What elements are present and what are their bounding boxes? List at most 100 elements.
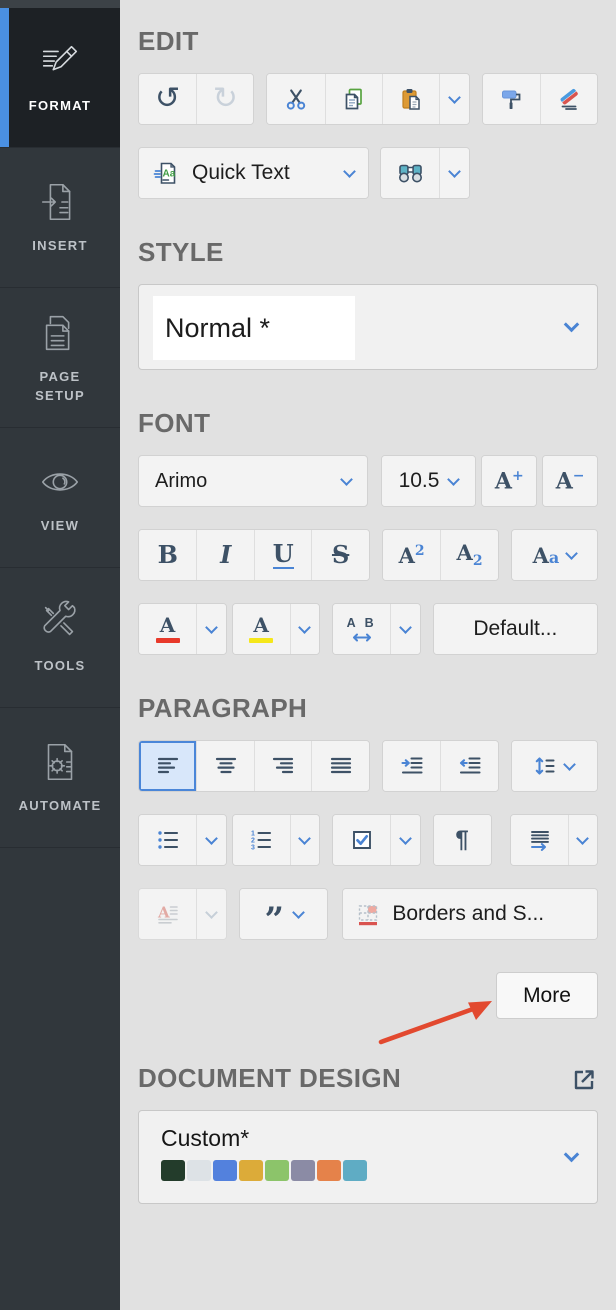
drop-cap-button[interactable]: A [139, 889, 197, 939]
quick-text-button[interactable]: Aa Quick Text [139, 148, 368, 198]
line-spacing-icon [534, 755, 556, 777]
external-link-icon [570, 1066, 598, 1094]
theme-color-swatch [291, 1160, 315, 1181]
justify-icon [329, 754, 353, 778]
scissors-icon [284, 87, 308, 111]
chevron-down-icon [204, 831, 218, 845]
paragraph-row-2: 1 2 3 ¶ [138, 814, 599, 866]
drop-cap-dropdown[interactable] [196, 889, 227, 939]
bullet-list-button[interactable] [139, 815, 196, 865]
sidebar-item-tools[interactable]: TOOLS [0, 568, 120, 708]
chevron-down-icon [563, 757, 577, 771]
chevron-down-icon [447, 472, 461, 486]
font-size-select[interactable]: 10.5 [381, 456, 476, 506]
underline-button[interactable]: U [253, 530, 312, 580]
align-right-button[interactable] [253, 741, 312, 791]
increase-indent-icon [400, 754, 424, 778]
sidebar-item-page-setup[interactable]: PAGE SETUP [0, 288, 120, 428]
highlight-color-dropdown[interactable] [289, 604, 320, 654]
sidebar-item-label: FORMAT [28, 98, 92, 114]
italic-button[interactable]: I [196, 530, 254, 580]
borders-and-shading-button[interactable]: Borders and S... [343, 889, 597, 939]
align-center-button[interactable] [196, 741, 254, 791]
more-button[interactable]: More [496, 972, 598, 1019]
default-font-button[interactable]: Default... [433, 604, 597, 654]
format-panel-app: FORMAT INSERT PAGE SETUP VIEW TOOLS AUTO… [0, 0, 616, 1310]
numbered-list-button[interactable]: 1 2 3 [232, 815, 290, 865]
bullet-list-dropdown[interactable] [196, 815, 226, 865]
font-color-bar [155, 638, 180, 643]
svg-text:3: 3 [251, 845, 255, 852]
font-color-button[interactable]: A [139, 604, 197, 654]
bold-button[interactable]: B [139, 530, 197, 580]
text-direction-button[interactable] [510, 815, 568, 865]
sidebar-item-format[interactable]: FORMAT [0, 8, 120, 148]
decrease-indent-button[interactable] [440, 741, 498, 791]
highlight-color-button[interactable]: A [232, 604, 290, 654]
paste-options-dropdown[interactable] [439, 74, 469, 124]
find-replace-button[interactable] [381, 148, 439, 198]
block-quote-button[interactable]: ” [240, 889, 328, 939]
font-row-3: A A A B Default... [138, 603, 598, 655]
document-design-select[interactable]: Custom* [138, 1110, 598, 1204]
sidebar-item-insert[interactable]: INSERT [0, 148, 120, 288]
checkbox-icon [350, 828, 374, 852]
edit-section-title: EDIT [138, 26, 199, 56]
checklist-button[interactable] [333, 815, 390, 865]
chevron-down-icon [204, 620, 218, 634]
text-direction-icon [527, 828, 551, 852]
paint-roller-icon [499, 87, 523, 109]
change-case-button[interactable]: Aa [511, 530, 597, 580]
increase-font-size-button[interactable]: A+ [482, 456, 537, 506]
theme-color-swatch [187, 1160, 211, 1181]
superscript-button[interactable]: A2 [382, 530, 441, 580]
sidebar-item-automate[interactable]: AUTOMATE [0, 708, 120, 848]
paragraph-row-1 [138, 740, 598, 792]
font-color-dropdown[interactable] [196, 604, 226, 654]
sidebar-item-view[interactable]: VIEW [0, 428, 120, 568]
style-section-title: STYLE [138, 237, 224, 267]
chevron-down-icon [343, 164, 356, 178]
subscript-button[interactable]: A2 [440, 530, 498, 580]
copy-button[interactable] [324, 74, 382, 124]
redo-button[interactable]: ↻ [196, 74, 254, 124]
sidebar-item-label: AUTOMATE [18, 798, 102, 814]
eraser-icon [560, 89, 578, 111]
pilcrow-icon: ¶ [455, 826, 469, 853]
paste-button[interactable] [381, 74, 439, 124]
svg-text:2: 2 [251, 838, 255, 845]
font-row-1: Arimo 10.5 A+ A− [138, 455, 598, 507]
open-document-design-button[interactable] [570, 1066, 598, 1094]
align-left-button[interactable] [139, 741, 197, 791]
find-options-dropdown[interactable] [439, 148, 469, 198]
show-formatting-marks-button[interactable]: ¶ [433, 815, 491, 865]
document-design-title: DOCUMENT DESIGN [138, 1063, 402, 1093]
line-spacing-button[interactable] [511, 741, 597, 791]
text-direction-dropdown[interactable] [567, 815, 598, 865]
sidebar-top-strip [0, 0, 120, 8]
chevron-down-icon [563, 316, 580, 333]
undo-button[interactable]: ↺ [139, 74, 197, 124]
strikethrough-button[interactable]: S [311, 530, 369, 580]
font-family-select[interactable]: Arimo [138, 455, 368, 507]
copy-icon [342, 87, 366, 111]
format-painter-button[interactable] [482, 74, 540, 124]
numbered-list-dropdown[interactable] [289, 815, 319, 865]
decrease-font-size-button[interactable]: A− [543, 456, 597, 506]
theme-color-swatch [265, 1160, 289, 1181]
justify-button[interactable] [311, 741, 369, 791]
chevron-down-icon [565, 546, 579, 560]
clear-format-button[interactable] [539, 74, 597, 124]
paragraph-style-select[interactable]: Normal * [138, 284, 598, 370]
checklist-dropdown[interactable] [390, 815, 420, 865]
svg-text:Aa: Aa [163, 168, 176, 179]
letter-spacing-dropdown[interactable] [390, 604, 420, 654]
cut-button[interactable] [267, 74, 325, 124]
tools-icon [37, 599, 83, 645]
edit-toolbar-row-2: Aa Quick Text [138, 147, 598, 199]
letter-spacing-button[interactable]: A B [333, 604, 391, 654]
design-current-value: Custom* [161, 1125, 250, 1151]
theme-color-swatch [161, 1160, 185, 1181]
increase-indent-button[interactable] [382, 741, 441, 791]
borders-shading-label: Borders and S... [392, 902, 545, 925]
